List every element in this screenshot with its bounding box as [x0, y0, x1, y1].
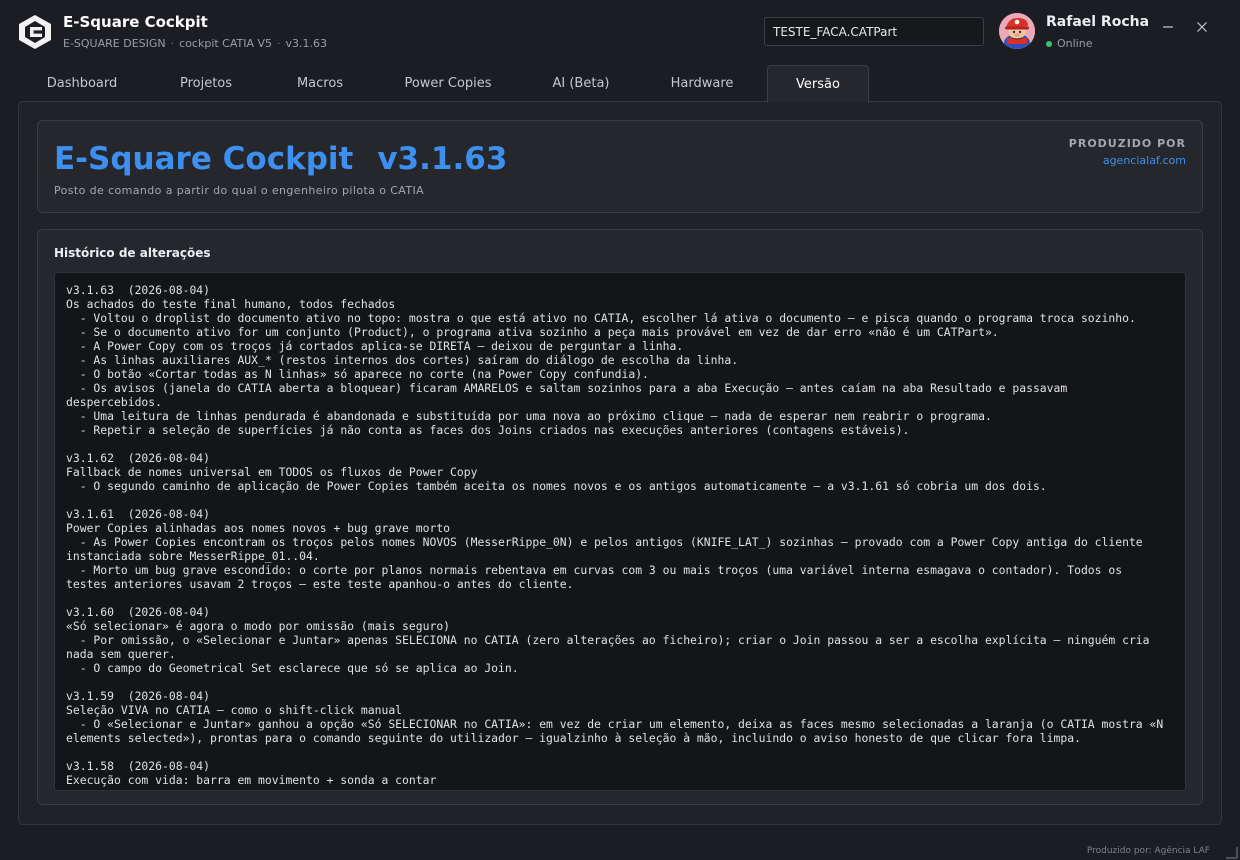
hero-subtitle: Posto de comando a partir do qual o enge…: [54, 184, 425, 197]
hero-title: E-Square Cockpit v3.1.63: [54, 141, 507, 177]
tab-hardware[interactable]: Hardware: [652, 65, 752, 102]
hero-version: v3.1.63: [377, 141, 508, 177]
user-status: Online: [1046, 37, 1092, 50]
minimize-button[interactable]: [1157, 16, 1179, 38]
app-version: v3.1.63: [285, 37, 328, 50]
tab-power-copies[interactable]: Power Copies: [388, 65, 508, 102]
close-icon: [1197, 22, 1207, 32]
changelog-card: Histórico de alterações v3.1.63 (2026-08…: [37, 229, 1203, 805]
produced-by-link[interactable]: agencialaf.com: [1103, 154, 1186, 167]
footer-credit: Produzido por: Agência LAF: [1086, 846, 1210, 856]
tab-dashboard[interactable]: Dashboard: [30, 65, 134, 102]
changelog-text: v3.1.63 (2026-08-04) Os achados do teste…: [66, 283, 1164, 787]
tab-projetos[interactable]: Projetos: [154, 65, 258, 102]
changelog-textbox[interactable]: v3.1.63 (2026-08-04) Os achados do teste…: [54, 272, 1186, 791]
product-name: cockpit CATIA V5: [179, 37, 273, 50]
changelog-scrollbar[interactable]: [1185, 279, 1186, 786]
separator: ·: [170, 37, 175, 50]
main-tabs: Dashboard Projetos Macros Power Copies A…: [0, 65, 1240, 103]
minimize-icon: [1163, 26, 1173, 28]
user-status-label: Online: [1057, 37, 1093, 50]
tab-macros[interactable]: Macros: [268, 65, 372, 102]
title-bar: E-Square Cockpit E-SQUARE DESIGN · cockpit…: [0, 0, 1240, 64]
user-name: Rafael Rocha: [1046, 14, 1150, 30]
changelog-title: Histórico de alterações: [54, 246, 211, 260]
version-header-card: E-Square Cockpit v3.1.63 Posto de comando…: [37, 120, 1203, 213]
status-online-dot-icon: [1046, 40, 1052, 47]
app-logo-icon: [18, 14, 52, 50]
app-subtitle: E-SQUARE DESIGN · cockpit CATIA V5 · v3.1.63: [63, 37, 327, 50]
app-title: E-Square Cockpit: [63, 13, 208, 31]
avatar[interactable]: [999, 13, 1035, 49]
tab-ai-beta[interactable]: AI (Beta): [530, 65, 632, 102]
company-name: E-SQUARE DESIGN: [63, 37, 166, 50]
active-document-input[interactable]: [764, 17, 984, 46]
tab-versao[interactable]: Versão: [767, 65, 869, 103]
resize-grip-icon[interactable]: [1224, 844, 1238, 859]
avatar-character-icon: [999, 13, 1035, 49]
close-button[interactable]: [1191, 16, 1213, 38]
separator: ·: [277, 37, 281, 50]
produced-by-label: PRODUZIDO POR: [1068, 137, 1186, 150]
hero-app-name: E-Square Cockpit: [54, 141, 354, 177]
